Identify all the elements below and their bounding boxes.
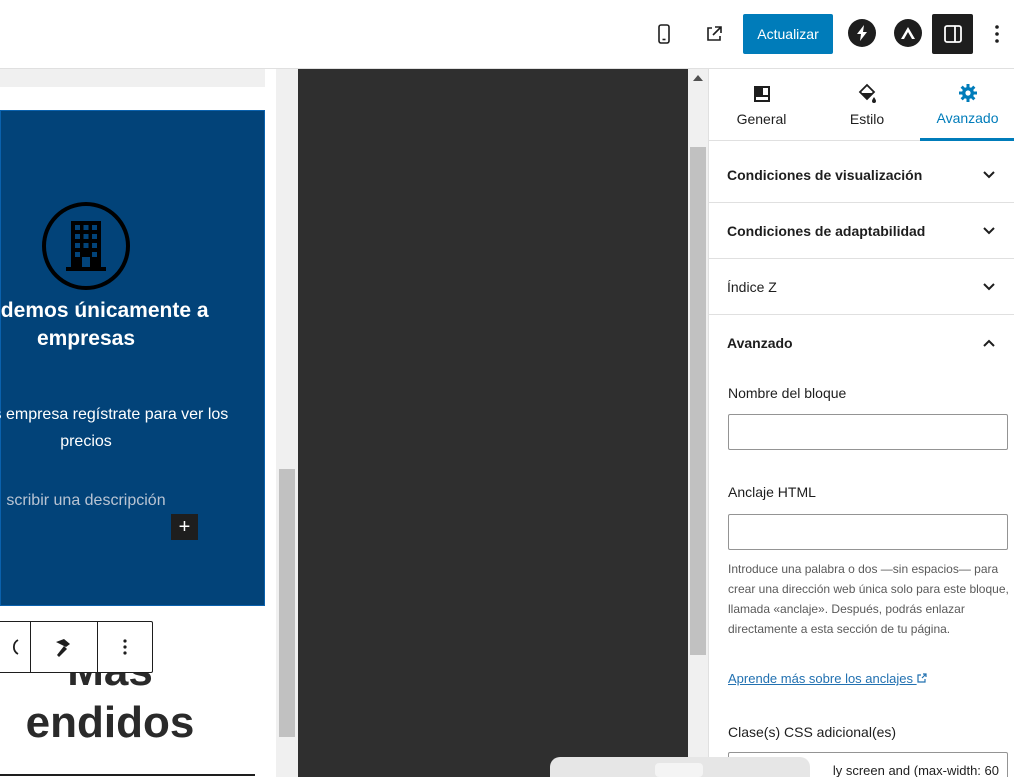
tab-general[interactable]: General bbox=[709, 69, 814, 141]
options-menu-button[interactable] bbox=[984, 20, 1010, 48]
update-button[interactable]: Actualizar bbox=[743, 14, 833, 54]
panel-label: Avanzado bbox=[727, 335, 793, 351]
html-anchor-help: Introduce una palabra o dos —sin espacio… bbox=[728, 562, 1009, 636]
add-block-button[interactable]: + bbox=[171, 514, 198, 540]
bottom-overlay-tab[interactable] bbox=[550, 757, 810, 777]
mobile-preview-icon[interactable] bbox=[648, 18, 680, 50]
kebab-menu-icon bbox=[995, 25, 999, 43]
info-box-placeholder[interactable]: scribir una descripción bbox=[0, 492, 231, 510]
panel-responsive-conditions[interactable]: Condiciones de adaptabilidad bbox=[709, 203, 1014, 259]
settings-tabs: General Estilo Avanzado bbox=[709, 69, 1014, 141]
hammer-icon bbox=[56, 639, 70, 657]
sidebar-toggle-icon bbox=[943, 25, 962, 43]
info-box-description[interactable]: Si tenes empresa regístrate para ver los… bbox=[0, 401, 231, 455]
block-toolbar bbox=[0, 621, 153, 673]
block-tool-button[interactable] bbox=[31, 622, 98, 672]
spectra-icon[interactable] bbox=[848, 19, 876, 47]
kebab-menu-icon bbox=[123, 639, 127, 655]
css-class-label: Clase(s) CSS adicional(es) bbox=[728, 724, 897, 740]
anchor-learn-more-text: Aprende más sobre los anclajes bbox=[728, 671, 913, 686]
chevron-down-icon bbox=[981, 279, 997, 295]
external-link-icon bbox=[917, 673, 927, 683]
block-name-label: Nombre del bloque bbox=[728, 385, 847, 401]
html-anchor-input[interactable] bbox=[728, 514, 1008, 550]
chevron-down-icon bbox=[981, 167, 997, 183]
building-icon bbox=[41, 201, 131, 291]
paint-bucket-icon bbox=[856, 83, 878, 105]
bottom-overlay-handle[interactable] bbox=[655, 763, 703, 777]
tab-estilo[interactable]: Estilo bbox=[814, 69, 920, 141]
anchor-learn-more-link[interactable]: Aprende más sobre los anclajes bbox=[728, 671, 927, 686]
astra-icon[interactable] bbox=[894, 19, 922, 47]
block-options-button[interactable] bbox=[98, 622, 152, 672]
canvas-background bbox=[298, 69, 688, 777]
html-anchor-label: Anclaje HTML bbox=[728, 484, 816, 500]
panel-advanced[interactable]: Avanzado bbox=[709, 315, 1014, 371]
tab-avanzado-label: Avanzado bbox=[936, 109, 999, 126]
canvas-scrollbar-thumb[interactable] bbox=[279, 469, 295, 737]
panel-z-index[interactable]: Índice Z bbox=[709, 259, 1014, 315]
tab-general-label: General bbox=[736, 111, 787, 127]
info-box-block[interactable]: Vendemos únicamente a empresas Si tenes … bbox=[0, 110, 265, 606]
tab-avanzado[interactable]: Avanzado bbox=[920, 69, 1014, 141]
chevron-up-icon bbox=[981, 335, 997, 351]
tab-estilo-label: Estilo bbox=[849, 111, 885, 127]
editor-top-bar: Actualizar bbox=[0, 0, 1014, 69]
heading-line-2: endidos bbox=[25, 698, 195, 747]
scroll-up-arrow-icon[interactable] bbox=[693, 75, 703, 81]
panel-label: Índice Z bbox=[727, 278, 777, 295]
panel-label: Condiciones de visualización bbox=[727, 166, 923, 183]
transform-block-button[interactable] bbox=[0, 622, 31, 672]
layout-icon bbox=[753, 83, 771, 105]
rotate-icon bbox=[12, 639, 19, 655]
chevron-down-icon bbox=[981, 223, 997, 239]
editor-canvas: Vendemos únicamente a empresas Si tenes … bbox=[0, 69, 276, 777]
sidebar-scrollbar-thumb[interactable] bbox=[690, 147, 706, 655]
gear-icon bbox=[958, 82, 978, 104]
sidebar-toggle-button[interactable] bbox=[932, 14, 973, 54]
canvas-scrollbar[interactable] bbox=[276, 69, 298, 777]
info-box-title[interactable]: Vendemos únicamente a empresas bbox=[0, 297, 231, 353]
canvas-top-strip bbox=[0, 69, 265, 87]
panel-visibility-conditions[interactable]: Condiciones de visualización bbox=[709, 147, 1014, 203]
sidebar-scrollbar[interactable] bbox=[688, 69, 708, 777]
block-name-input[interactable] bbox=[728, 414, 1008, 450]
block-settings-sidebar: General Estilo Avanzado Condiciones de v… bbox=[708, 69, 1014, 777]
external-link-icon[interactable] bbox=[698, 18, 730, 50]
next-block-edge bbox=[0, 774, 255, 776]
panel-label: Condiciones de adaptabilidad bbox=[727, 222, 926, 239]
